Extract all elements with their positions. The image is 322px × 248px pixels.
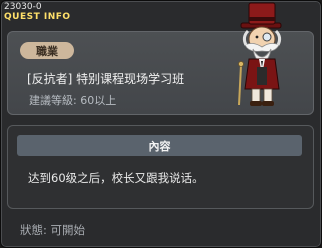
npc-portrait (238, 2, 282, 106)
npc-legs (251, 88, 261, 104)
npc-hat-band (249, 17, 275, 21)
quest-status: 狀態: 可開始 (20, 223, 86, 237)
job-badge: 職業 (20, 42, 74, 59)
quest-info-window: 23030-0 QUEST INFO 職業 [反抗者] 特别课程现场学习班 建議… (0, 0, 322, 248)
content-text: 达到60级之后，校长又跟我说话。 (28, 171, 204, 185)
quest-content-panel: 內容 达到60级之后，校长又跟我说话。 (7, 125, 314, 209)
npc-monocle (262, 32, 272, 42)
quest-name: [反抗者] 特别课程现场学习班 (27, 72, 185, 86)
content-header: 內容 (17, 135, 302, 156)
window-title: QUEST INFO (4, 12, 71, 22)
quest-id: 23030-0 (4, 2, 42, 12)
npc-cane (238, 64, 242, 106)
recommended-level: 建議等級: 60以上 (29, 94, 117, 107)
